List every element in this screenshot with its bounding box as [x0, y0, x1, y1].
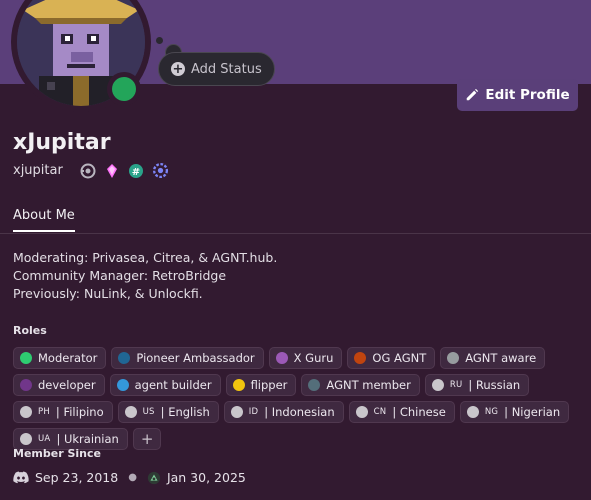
role-pill[interactable]: agent builder	[109, 374, 221, 396]
plus-circle-icon: +	[171, 61, 185, 77]
role-label: | Ukrainian	[56, 432, 119, 446]
bio-line: Moderating: Privasea, Citrea, & AGNT.hub…	[13, 250, 278, 265]
role-flag-code: US	[142, 407, 155, 417]
boost-icon[interactable]	[80, 162, 97, 179]
role-label: AGNT aware	[465, 351, 537, 365]
tab-divider	[0, 233, 591, 234]
role-pill[interactable]: Pioneer Ambassador	[111, 347, 264, 369]
discord-logo-icon	[13, 471, 29, 484]
role-color-dot[interactable]	[20, 379, 32, 391]
role-pill[interactable]: CN | Chinese	[348, 401, 455, 423]
pencil-icon	[467, 88, 479, 101]
role-pill[interactable]: X Guru	[268, 347, 343, 369]
role-color-dot[interactable]	[116, 379, 129, 391]
role-color-dot[interactable]	[466, 406, 479, 418]
role-label: AGNT member	[326, 378, 411, 392]
role-color-dot[interactable]	[431, 379, 444, 391]
hypesquad-icon[interactable]	[152, 162, 169, 179]
role-flag-code: UA	[38, 434, 51, 444]
role-label: | Chinese	[392, 405, 446, 419]
role-flag-code: ID	[248, 407, 259, 417]
role-label: Pioneer Ambassador	[136, 351, 255, 365]
server-icon	[147, 471, 161, 484]
role-flag-code: NG	[484, 407, 499, 417]
role-label: developer	[38, 378, 96, 392]
role-color-dot[interactable]	[124, 406, 137, 418]
role-pill[interactable]: US | English	[117, 401, 219, 423]
separator-dot: ●	[128, 472, 137, 483]
role-label: | Russian	[468, 378, 521, 392]
role-flag-code: RU	[449, 380, 463, 390]
role-label: agent builder	[134, 378, 212, 392]
role-label: | Indonesian	[264, 405, 335, 419]
role-label: OG AGNT	[372, 351, 427, 365]
role-color-dot[interactable]	[230, 406, 243, 418]
role-color-dot[interactable]	[20, 352, 32, 364]
roles-heading: Roles	[13, 324, 47, 337]
add-role-button[interactable]: +	[132, 428, 162, 450]
role-color-dot[interactable]	[275, 352, 288, 364]
nitro-gem-icon[interactable]	[104, 162, 121, 179]
role-pill[interactable]: NG | Nigerian	[459, 401, 570, 423]
role-label: | Nigerian	[504, 405, 561, 419]
role-label: | English	[160, 405, 210, 419]
role-label: flipper	[250, 378, 288, 392]
username[interactable]: xjupitar	[13, 163, 63, 178]
role-pill[interactable]: AGNT member	[301, 374, 420, 396]
username-row: xjupitar #	[13, 162, 169, 179]
role-color-dot[interactable]	[447, 352, 460, 364]
role-color-dot[interactable]	[118, 352, 131, 364]
role-pill[interactable]: developer	[13, 374, 105, 396]
role-pill[interactable]: flipper	[225, 374, 297, 396]
status-bubble-small	[156, 37, 163, 44]
role-color-dot[interactable]	[308, 379, 321, 391]
roles-list: Moderator Pioneer Ambassador X Guru OG AGNT…	[13, 347, 583, 450]
role-pill[interactable]: AGNT aware	[440, 347, 546, 369]
role-flag-code: PH	[38, 407, 50, 417]
role-flag-code: CN	[373, 407, 387, 417]
svg-text:#: #	[132, 167, 140, 178]
role-color-dot[interactable]	[20, 406, 32, 418]
role-pill[interactable]: PH | Filipino	[13, 401, 113, 423]
member-since-row: Sep 23, 2018 ● Jan 30, 2025	[13, 470, 246, 485]
role-pill[interactable]: ID | Indonesian	[223, 401, 344, 423]
edit-profile-button[interactable]: Edit Profile	[457, 79, 578, 111]
avatar-frame[interactable]	[11, 0, 151, 112]
role-label: X Guru	[293, 351, 334, 365]
role-color-dot[interactable]	[20, 433, 32, 445]
bio-line: Community Manager: RetroBridge	[13, 268, 227, 283]
role-pill[interactable]: Moderator	[13, 347, 107, 369]
server-member-date: Jan 30, 2025	[166, 470, 246, 485]
role-color-dot[interactable]	[232, 379, 245, 391]
role-label: Moderator	[38, 351, 98, 365]
hashtag-badge-icon[interactable]: #	[128, 162, 145, 179]
role-color-dot[interactable]	[355, 406, 368, 418]
edit-profile-label: Edit Profile	[485, 87, 570, 103]
role-pill[interactable]: RU | Russian	[424, 374, 530, 396]
bio-line: Previously: NuLink, & Unlockfi.	[13, 286, 203, 301]
online-status-indicator	[107, 72, 141, 106]
role-label: | Filipino	[55, 405, 104, 419]
add-status-label: Add Status	[191, 61, 262, 77]
role-color-dot[interactable]	[354, 352, 367, 364]
about-me-text: Moderating: Privasea, Citrea, & AGNT.hub…	[13, 249, 277, 303]
discord-member-date: Sep 23, 2018	[35, 470, 119, 485]
role-pill[interactable]: OG AGNT	[347, 347, 436, 369]
member-since-heading: Member Since	[13, 447, 101, 460]
add-status-button[interactable]: + Add Status	[158, 52, 275, 86]
tab-about-me[interactable]: About Me	[13, 208, 75, 232]
display-name: xJupitar	[13, 130, 111, 155]
